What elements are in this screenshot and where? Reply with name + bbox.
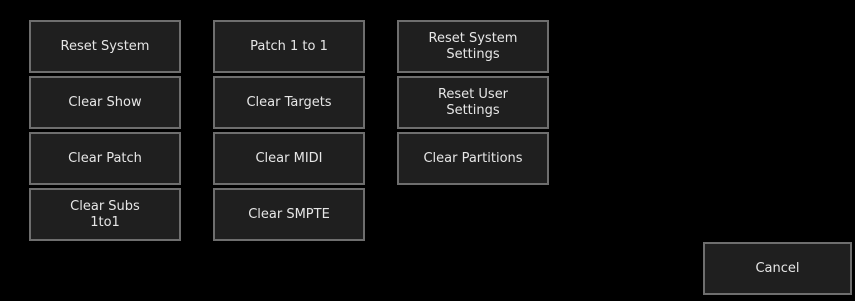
cancel-button[interactable]: Cancel — [703, 242, 852, 295]
reset-user-settings-button[interactable]: Reset User Settings — [397, 76, 549, 129]
clear-targets-label: Clear Targets — [246, 94, 332, 110]
clear-show-label: Clear Show — [68, 94, 142, 110]
reset-system-settings-label-line1: Reset System — [428, 30, 518, 46]
clear-targets-button[interactable]: Clear Targets — [213, 76, 365, 129]
clear-partitions-button[interactable]: Clear Partitions — [397, 132, 549, 185]
cancel-label: Cancel — [755, 260, 800, 276]
clear-subs-label-line1: Clear Subs — [70, 198, 140, 214]
clear-subs-label-line2: 1to1 — [90, 214, 120, 230]
clear-partitions-label: Clear Partitions — [423, 150, 523, 166]
reset-user-settings-label: Reset User Settings — [438, 87, 508, 119]
patch-1-to-1-label: Patch 1 to 1 — [250, 38, 328, 54]
reset-system-label: Reset System — [60, 38, 150, 54]
clear-midi-button[interactable]: Clear MIDI — [213, 132, 365, 185]
clear-subs-1to1-label: Clear Subs 1to1 — [70, 199, 140, 231]
reset-user-settings-label-line2: Settings — [446, 102, 500, 118]
clear-midi-label: Clear MIDI — [255, 150, 323, 166]
reset-system-button[interactable]: Reset System — [29, 20, 181, 73]
clear-smpte-label: Clear SMPTE — [248, 206, 330, 222]
clear-subs-1to1-button[interactable]: Clear Subs 1to1 — [29, 188, 181, 241]
reset-system-settings-button[interactable]: Reset System Settings — [397, 20, 549, 73]
clear-patch-label: Clear Patch — [68, 150, 142, 166]
clear-smpte-button[interactable]: Clear SMPTE — [213, 188, 365, 241]
patch-1-to-1-button[interactable]: Patch 1 to 1 — [213, 20, 365, 73]
reset-user-settings-label-line1: Reset User — [437, 86, 509, 102]
clear-patch-button[interactable]: Clear Patch — [29, 132, 181, 185]
reset-system-settings-label: Reset System Settings — [429, 31, 518, 63]
reset-system-settings-label-line2: Settings — [446, 46, 500, 62]
clear-show-button[interactable]: Clear Show — [29, 76, 181, 129]
